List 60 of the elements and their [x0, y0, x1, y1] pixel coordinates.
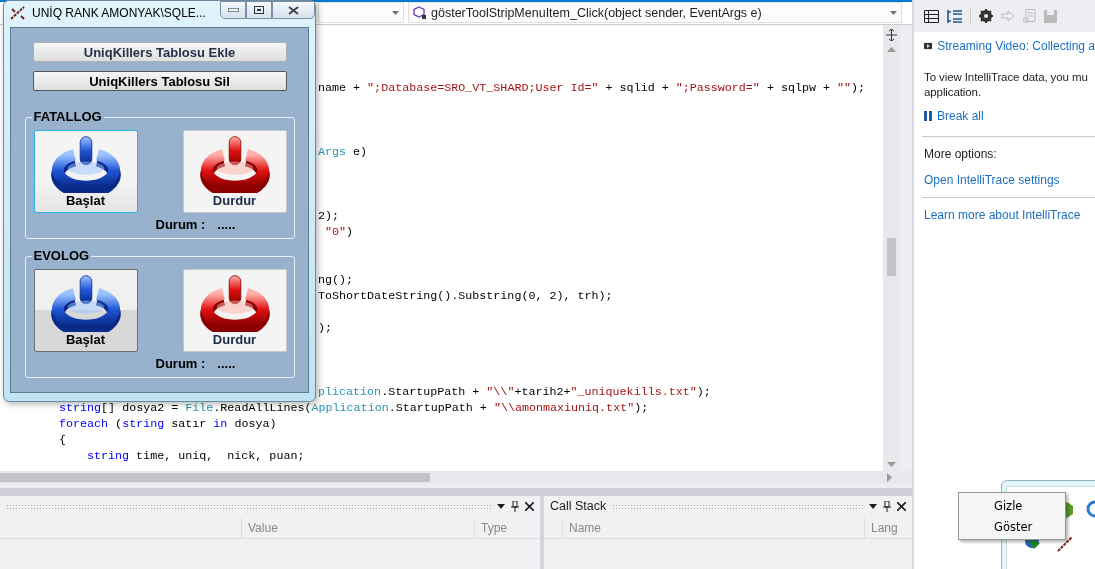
code-line: "0")	[324, 225, 354, 239]
code-line: ng();	[318, 273, 354, 287]
group-title: FATALLOG	[31, 109, 104, 124]
code-line: foreach (string satır in dosya)	[59, 417, 277, 431]
close-icon	[288, 5, 299, 15]
status-label: Durum :	[155, 356, 206, 371]
window-title: UNİQ RANK AMONYAK\SQLE...	[32, 6, 206, 20]
start-button[interactable]: Başlat	[33, 269, 138, 352]
learn-more-link[interactable]: Learn more about IntelliTrace	[924, 208, 1095, 222]
code-line: Args e)	[318, 145, 368, 159]
close-icon[interactable]	[897, 501, 906, 511]
options-label: More options:	[924, 147, 998, 161]
break-all-link[interactable]: Break all	[937, 109, 984, 123]
outline-icon[interactable]	[947, 9, 962, 23]
status-label: Durum :	[155, 217, 206, 232]
pause-icon	[924, 111, 932, 121]
code-line: name + ";Database=SRO_VT_SHARD;User Id=" + sqlid + ";Password=" + sqlpw + "");	[318, 81, 866, 95]
caret-icon	[392, 10, 399, 15]
scrollbar-thumb[interactable]	[887, 238, 896, 276]
stop-button[interactable]: Durdur	[182, 130, 287, 213]
pin-icon[interactable]	[883, 500, 891, 512]
code-line: string[] dosya2 = File.ReadAllLines(Application.StartupPath + "\\amonmaxiuniq.txt");	[59, 401, 649, 415]
close-icon[interactable]	[525, 501, 534, 511]
table-action-button[interactable]: UniqKillers Tablosu Sil	[32, 71, 287, 91]
code-line: 2);	[318, 209, 340, 223]
message-text: To view IntelliTrace data, you mu	[924, 70, 1089, 85]
panel-title: Call Stack	[550, 499, 607, 513]
app-icon	[10, 6, 26, 20]
caret-icon	[890, 10, 897, 15]
status-value: .....	[217, 356, 236, 371]
group-title: EVOLOG	[31, 248, 92, 263]
menu-item[interactable]: Gizle	[961, 495, 1063, 516]
status-value: .....	[217, 217, 236, 232]
settings-link[interactable]: Open IntelliTrace settings	[924, 173, 1095, 187]
code-line: string time, uniq, nick, puan;	[87, 449, 305, 463]
video-link[interactable]: Streaming Video: Collecting a	[937, 39, 1095, 53]
pin-icon[interactable]	[511, 500, 519, 512]
list-icon[interactable]	[924, 9, 939, 23]
caret-icon[interactable]	[869, 503, 877, 509]
minimize-icon	[227, 8, 239, 12]
stop-button[interactable]: Durdur	[182, 269, 287, 352]
code-line: );	[318, 321, 333, 335]
method-icon	[413, 5, 427, 20]
maximize-icon	[254, 6, 264, 14]
close-button[interactable]	[272, 1, 315, 19]
menu-item[interactable]: Göster	[961, 516, 1063, 537]
code-line: {	[59, 433, 66, 447]
maximize-button[interactable]	[246, 1, 272, 19]
app-icon[interactable]	[1056, 535, 1074, 553]
splitter-icon	[886, 29, 897, 41]
start-button[interactable]: Başlat	[33, 130, 138, 213]
message-text: application.	[924, 85, 982, 100]
code-line: ToShortDateString().Substring(0, 2), trh);	[318, 289, 613, 303]
settings-icon[interactable]	[979, 9, 993, 23]
member-dropdown[interactable]: gösterToolStripMenuItem_Click(object sender, EventArgs e)	[408, 2, 902, 23]
caret-icon[interactable]	[497, 503, 505, 509]
video-icon	[924, 41, 933, 51]
table-action-button[interactable]: UniqKillers Tablosu Ekle	[32, 42, 287, 62]
scrollbar-thumb[interactable]	[0, 473, 430, 482]
code-line: plication.StartupPath + "\\"+tarih2+"_uniquekills.txt");	[318, 385, 711, 399]
